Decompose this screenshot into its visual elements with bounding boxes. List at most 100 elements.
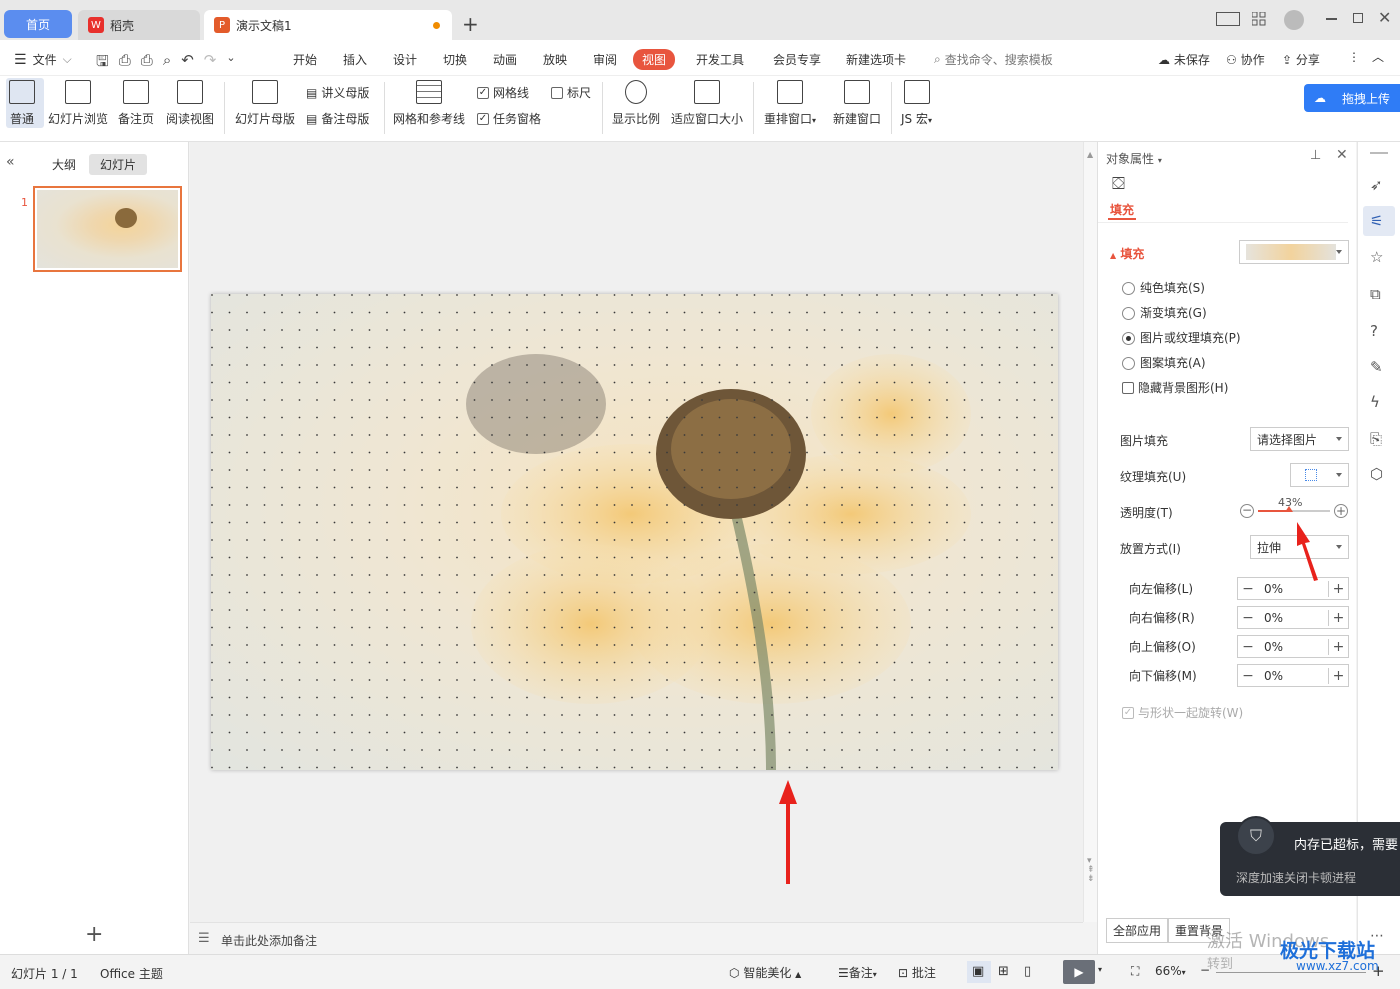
smart-beautify-button[interactable]: ⬡ 智能美化 ▲ (729, 964, 801, 981)
apply-all-button[interactable]: 全部应用 (1106, 918, 1169, 943)
offset-down-value[interactable]: 0% (1258, 669, 1283, 683)
minus-icon[interactable]: − (1238, 639, 1258, 655)
menu-design[interactable]: 设计 (393, 51, 417, 68)
collapse-panel-icon[interactable]: « (6, 154, 15, 170)
tab-slides[interactable]: 幻灯片 (89, 154, 148, 175)
help-icon[interactable]: ? (1370, 322, 1378, 340)
notes-master-button[interactable]: ▤ 备注母版 (306, 110, 369, 127)
texture-fill-dropdown[interactable] (1290, 463, 1349, 487)
slide-thumbnail[interactable] (33, 186, 182, 272)
add-slide-button[interactable]: + (85, 922, 103, 947)
tab-daoke[interactable]: W 稻壳 (78, 10, 200, 40)
offset-left-stepper[interactable]: −0% + (1237, 577, 1349, 600)
offset-up-stepper[interactable]: −0% + (1237, 635, 1349, 658)
menu-review[interactable]: 审阅 (593, 51, 617, 68)
normal-view-button[interactable]: 普通 (9, 80, 35, 127)
command-search[interactable]: ⌕ 查找命令、搜索模板 (934, 51, 1053, 68)
avatar[interactable] (1284, 10, 1304, 30)
window-layout-icon[interactable] (1216, 12, 1240, 26)
offset-right-value[interactable]: 0% (1258, 611, 1283, 625)
upload-button[interactable]: ☁ 拖拽上传 (1304, 84, 1400, 112)
close-pane-icon[interactable]: ✕ (1336, 147, 1348, 163)
scroll-page-icon[interactable]: ▾ ⇞ ⇟ (1087, 857, 1095, 884)
offset-up-value[interactable]: 0% (1258, 640, 1283, 654)
tab-home[interactable]: 首页 (4, 10, 72, 38)
transparency-increase-button[interactable]: + (1334, 504, 1348, 518)
minimize-icon[interactable] (1326, 18, 1337, 20)
offset-right-stepper[interactable]: −0% + (1237, 606, 1349, 629)
fill-bucket-icon[interactable]: ⛋ (1112, 174, 1125, 194)
sliders-icon[interactable]: ⚟ (1370, 212, 1383, 230)
fill-section-header[interactable]: ▲ 填充 (1110, 245, 1144, 262)
minus-icon[interactable]: − (1238, 668, 1258, 684)
minus-icon[interactable]: − (1238, 610, 1258, 626)
fill-preview-dropdown[interactable] (1239, 240, 1349, 264)
tab-document[interactable]: P 演示文稿1 (204, 10, 452, 40)
gridlines-checkbox[interactable]: ✓ 网格线 (477, 84, 529, 101)
pane-title[interactable]: 对象属性 ▾ (1106, 150, 1162, 167)
speed-icon[interactable]: ϟ (1370, 393, 1380, 411)
reading-view-button[interactable]: 阅读视图 (166, 80, 214, 127)
menu-new-tab[interactable]: 新建选项卡 (846, 51, 906, 68)
slide-sorter-icon[interactable]: ⊞ (998, 964, 1009, 979)
reading-view-icon[interactable]: ▯ (1024, 964, 1031, 979)
save-icon[interactable]: 🖫 (96, 51, 109, 76)
print-icon[interactable]: ⎙ (141, 51, 153, 76)
undo-icon[interactable]: ↶ (181, 51, 194, 76)
export-pdf-icon[interactable]: ⎙ (119, 51, 131, 76)
transparency-decrease-button[interactable]: − (1240, 504, 1254, 518)
normal-view-status-icon[interactable]: ▣ (972, 964, 984, 979)
collapse-ribbon-icon[interactable]: ︿ (1372, 48, 1384, 65)
comments-toggle[interactable]: ⊡ 批注 (898, 964, 936, 981)
collab-button[interactable]: ⚇ 协作 (1226, 51, 1265, 68)
notes-page-button[interactable]: 备注页 (118, 80, 154, 127)
transparency-slider-thumb[interactable] (1284, 506, 1293, 512)
offset-left-value[interactable]: 0% (1258, 582, 1283, 596)
slide-master-button[interactable]: 幻灯片母版 (235, 80, 295, 127)
scroll-up-icon[interactable]: ▲ (1087, 150, 1093, 159)
plus-icon[interactable]: + (1328, 638, 1348, 655)
share-button[interactable]: ⇪ 分享 (1282, 51, 1320, 68)
more-menu-icon[interactable]: ⋮ (1348, 50, 1360, 64)
memory-toast[interactable]: ⛉ 内存已超标，需要 深度加速关闭卡顿进程 (1220, 816, 1400, 896)
vertical-scrollbar[interactable]: ▲ ▾ ⇞ ⇟ (1083, 142, 1097, 922)
unsaved-status[interactable]: ☁ 未保存 (1158, 51, 1210, 68)
print-preview-icon[interactable]: ⌕ (163, 51, 171, 76)
hide-bg-checkbox[interactable]: 隐藏背景图形(H) (1122, 379, 1228, 396)
notes-toggle[interactable]: ☰备注▾ (838, 964, 877, 981)
arrange-window-button[interactable]: 重排窗口▾ (764, 80, 816, 127)
menu-start[interactable]: 开始 (293, 51, 317, 68)
file-menu[interactable]: ☰ 文件 ⌵ (14, 51, 72, 68)
ruler-checkbox[interactable]: 标尺 (551, 84, 591, 101)
gradient-fill-option[interactable]: 渐变填充(G) (1122, 304, 1207, 321)
apps-grid-icon[interactable] (1251, 11, 1266, 26)
menu-animation[interactable]: 动画 (493, 51, 517, 68)
notes-bar[interactable]: ☰ 单击此处添加备注 (190, 922, 1083, 954)
menu-member[interactable]: 会员专享 (773, 51, 821, 68)
beautify-icon[interactable]: ✎ (1370, 358, 1383, 376)
picture-fill-dropdown[interactable]: 请选择图片 (1250, 427, 1349, 451)
grid-guides-button[interactable]: 网格和参考线 (393, 80, 465, 127)
pin-icon[interactable]: ⊥ (1310, 148, 1321, 163)
zoom-button[interactable]: 显示比例 (612, 80, 660, 127)
menu-developer[interactable]: 开发工具 (696, 51, 744, 68)
task-pane-checkbox[interactable]: ✓ 任务窗格 (477, 110, 541, 127)
menu-view[interactable]: 视图 (633, 49, 676, 70)
handout-master-button[interactable]: ▤ 讲义母版 (306, 84, 369, 101)
fit-slide-icon[interactable]: ⛶ (1131, 964, 1139, 979)
redo-icon[interactable]: ↷ (204, 51, 217, 76)
js-macro-button[interactable]: JS 宏▾ (901, 80, 932, 127)
customize-toolbar-icon[interactable]: ⌄ (226, 51, 235, 76)
star-icon[interactable]: ☆ (1370, 248, 1383, 266)
solid-fill-option[interactable]: 纯色填充(S) (1122, 279, 1205, 296)
slide-browse-button[interactable]: 幻灯片浏览 (48, 80, 108, 127)
new-tab-button[interactable]: + (462, 12, 479, 36)
menu-insert[interactable]: 插入 (343, 51, 367, 68)
rocket-icon[interactable]: ➶ (1370, 176, 1383, 194)
fill-tab[interactable]: 填充 (1110, 201, 1134, 218)
offset-down-stepper[interactable]: −0% + (1237, 664, 1349, 687)
plus-icon[interactable]: + (1328, 580, 1348, 597)
menu-slideshow[interactable]: 放映 (543, 51, 567, 68)
transparency-slider[interactable] (1258, 506, 1330, 512)
pattern-fill-option[interactable]: 图案填充(A) (1122, 354, 1206, 371)
